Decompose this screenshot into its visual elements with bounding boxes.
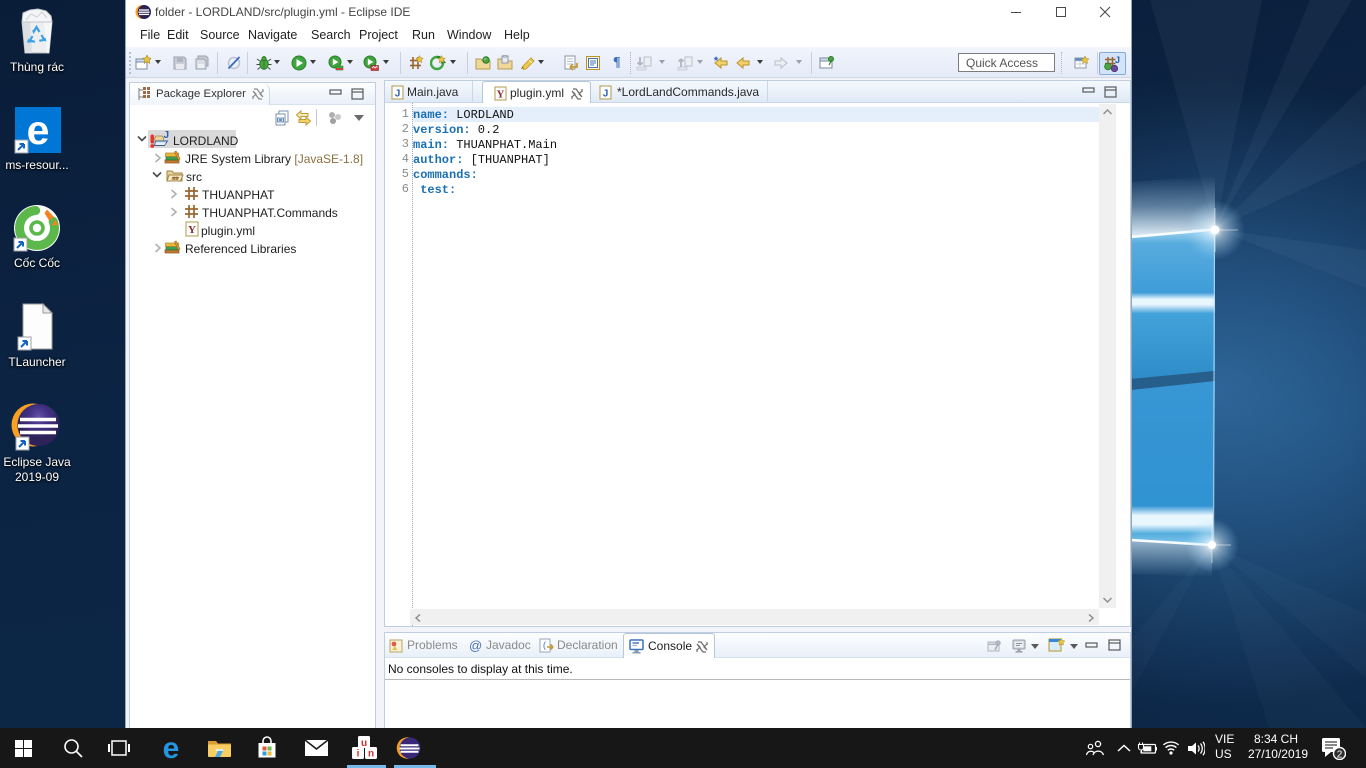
svg-text:J: J xyxy=(164,130,170,141)
svg-text:J: J xyxy=(1115,56,1120,65)
svg-text:(: ( xyxy=(542,641,547,651)
svg-text:J: J xyxy=(603,89,609,100)
svg-text:Y: Y xyxy=(188,224,196,236)
svg-text:2: 2 xyxy=(1337,749,1343,760)
svg-text:J: J xyxy=(395,89,401,100)
svg-text:Y: Y xyxy=(497,89,505,101)
svg-text:i: i xyxy=(356,749,359,760)
svg-text:e: e xyxy=(163,733,180,763)
svg-text:e: e xyxy=(26,107,49,153)
svg-text:n: n xyxy=(367,749,373,760)
